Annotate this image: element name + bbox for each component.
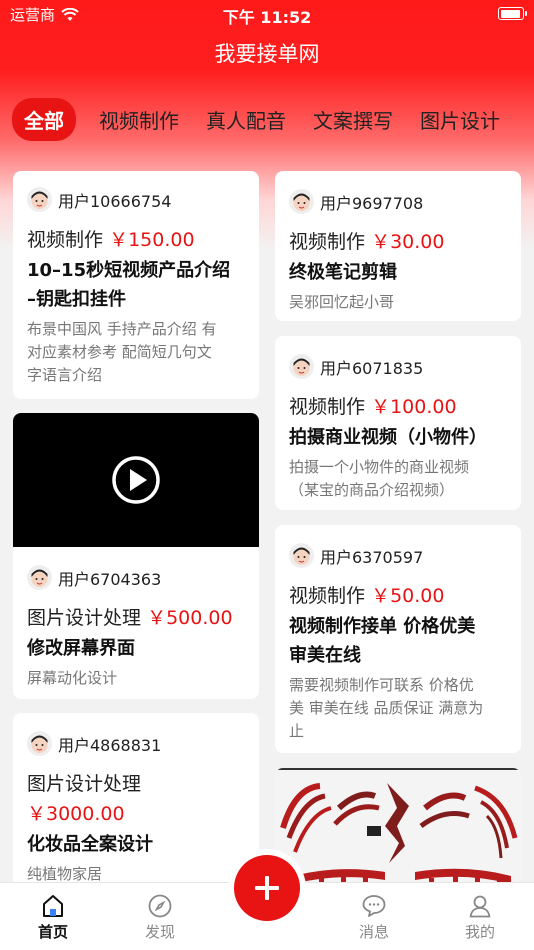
avatar-face-icon: [293, 358, 310, 376]
chat-bubble-icon: [362, 895, 386, 917]
tab-mine[interactable]: 我的: [440, 891, 520, 942]
user-row: 用户6704363: [27, 565, 245, 590]
category-label: 视频制作: [289, 396, 366, 418]
task-description: 屏幕动化设计: [27, 669, 118, 687]
username: 用户9697708: [320, 193, 424, 213]
task-title: 10–15秒短视频产品介绍 –钥匙扣挂件: [27, 256, 245, 314]
status-bar: 运营商 下午 11:52: [0, 0, 534, 28]
tab-all[interactable]: 全部: [12, 98, 76, 141]
task-title-line: 10–15秒短视频产品介绍: [27, 260, 231, 281]
status-time: 下午 11:52: [222, 8, 312, 27]
task-desc-line: 布景中国风 手持产品介绍 有: [27, 320, 217, 338]
compass-icon: [148, 894, 172, 918]
task-title-line: 审美在线: [289, 645, 361, 666]
user-row: 用户4868831: [27, 731, 245, 756]
publish-button[interactable]: [234, 855, 300, 921]
task-desc-line: 字语言介绍: [27, 366, 103, 384]
avatar: [289, 354, 314, 379]
task-title: 修改屏幕界面: [27, 638, 135, 659]
category-price-line: 视频制作 ￥50.00: [289, 582, 507, 610]
avatar-face-icon: [31, 191, 48, 209]
tab-discover-label: 发现: [144, 923, 175, 941]
task-card[interactable]: 用户9697708 视频制作 ￥30.00 终极笔记剪辑 吴邪回忆起小哥: [275, 171, 521, 321]
task-description: 吴邪回忆起小哥: [289, 293, 395, 311]
task-card[interactable]: 用户10666754 视频制作 ￥150.00 10–15秒短视频产品介绍 –钥匙…: [13, 171, 259, 399]
username: 用户6704363: [58, 569, 162, 589]
tab-mine-label: 我的: [464, 923, 495, 941]
user-row: 用户6071835: [289, 354, 507, 379]
avatar: [27, 731, 52, 756]
price-label: ￥3000.00: [27, 803, 125, 825]
card-body: 用户6704363 图片设计处理 ￥500.00 修改屏幕界面 屏幕动化设计: [13, 547, 259, 690]
tab-discover[interactable]: 发现: [120, 891, 200, 942]
category-price-line: 视频制作 ￥150.00: [27, 226, 245, 254]
task-title: 终极笔记剪辑: [289, 262, 397, 283]
user-row: 用户6370597: [289, 543, 507, 568]
username: 用户6370597: [320, 547, 424, 567]
task-desc-line: 需要视频制作可联系 价格优: [289, 676, 474, 694]
task-desc-line: （某宝的商品介绍视频）: [289, 481, 455, 499]
user-icon: [469, 895, 491, 918]
avatar-face-icon: [293, 547, 310, 565]
plus-icon: [255, 876, 279, 900]
battery-icon: [498, 7, 527, 20]
price-label: ￥50.00: [371, 585, 445, 607]
page-title: 我要接单网: [214, 42, 320, 66]
battery-fill: [500, 9, 520, 18]
task-description: 拍摄一个小物件的商业视频 （某宝的商品介绍视频）: [289, 456, 507, 502]
tab-messages[interactable]: 消息: [334, 891, 414, 942]
category-price-line: 视频制作 ￥30.00: [289, 228, 507, 256]
category-price-line: 图片设计处理 ￥500.00: [27, 604, 245, 632]
price-label: ￥500.00: [147, 607, 233, 629]
user-row: 用户10666754: [27, 187, 245, 212]
tab-video-production[interactable]: 视频制作: [99, 105, 179, 134]
category-label: 视频制作: [289, 585, 366, 607]
task-title-line: –钥匙扣挂件: [27, 289, 126, 310]
category-label: 图片设计处理: [27, 607, 142, 629]
tab-voice-over[interactable]: 真人配音: [206, 105, 286, 134]
video-thumbnail[interactable]: [13, 413, 259, 547]
tab-home[interactable]: 首页: [13, 891, 93, 942]
username: 用户4868831: [58, 735, 162, 755]
task-card[interactable]: 用户6071835 视频制作 ￥100.00 拍摄商业视频（小物件） 拍摄一个小…: [275, 336, 521, 510]
task-desc-line: 止: [289, 722, 305, 740]
task-description: 布景中国风 手持产品介绍 有对应素材参考 配简短几句文 字语言介绍: [27, 318, 245, 387]
username: 用户6071835: [320, 358, 424, 378]
avatar-face-icon: [31, 735, 48, 753]
price-label: ￥100.00: [371, 396, 457, 418]
avatar: [27, 565, 52, 590]
task-desc-line: 拍摄一个小物件的商业视频: [289, 458, 470, 476]
category-label: 视频制作: [27, 229, 104, 251]
category-price-line: 视频制作 ￥100.00: [289, 393, 507, 421]
tab-messages-label: 消息: [358, 923, 389, 941]
tab-copywriting[interactable]: 文案撰写: [313, 105, 393, 134]
task-title: 视频制作接单 价格优美 审美在线: [289, 612, 507, 670]
task-desc-line: 对应素材参考 配简短几句文: [27, 343, 212, 361]
avatar: [27, 187, 52, 212]
task-title: 拍摄商业视频（小物件）: [289, 427, 487, 448]
tab-image-design[interactable]: 图片设计: [420, 105, 500, 134]
username: 用户10666754: [58, 191, 172, 211]
avatar-face-icon: [293, 193, 310, 211]
price-label: ￥30.00: [371, 231, 445, 253]
user-row: 用户9697708: [289, 189, 507, 214]
task-description: 需要视频制作可联系 价格优美 审美在线 品质保证 满意为止: [289, 674, 507, 743]
tab-home-label: 首页: [37, 923, 68, 941]
task-card[interactable]: 用户6370597 视频制作 ￥50.00 视频制作接单 价格优美 审美在线 需要…: [275, 525, 521, 753]
task-title: 化妆品全案设计: [27, 834, 153, 855]
category-tabs: 全部 视频制作 真人配音 文案撰写 图片设计: [12, 98, 534, 141]
category-label: 视频制作: [289, 231, 366, 253]
home-icon: [43, 895, 63, 917]
avatar-face-icon: [31, 569, 48, 587]
task-card[interactable]: 用户6704363 图片设计处理 ￥500.00 修改屏幕界面 屏幕动化设计: [13, 413, 259, 699]
price-label: ￥150.00: [109, 229, 195, 251]
avatar: [289, 189, 314, 214]
avatar: [289, 543, 314, 568]
category-label: 图片设计处理: [27, 773, 142, 795]
task-title-line: 视频制作接单 价格优美: [289, 616, 476, 637]
task-desc-line: 美 审美在线 品质保证 满意为: [289, 699, 484, 717]
play-icon[interactable]: [111, 455, 161, 505]
bottom-tab-bar: 首页 发现 消息 我的: [0, 849, 534, 950]
